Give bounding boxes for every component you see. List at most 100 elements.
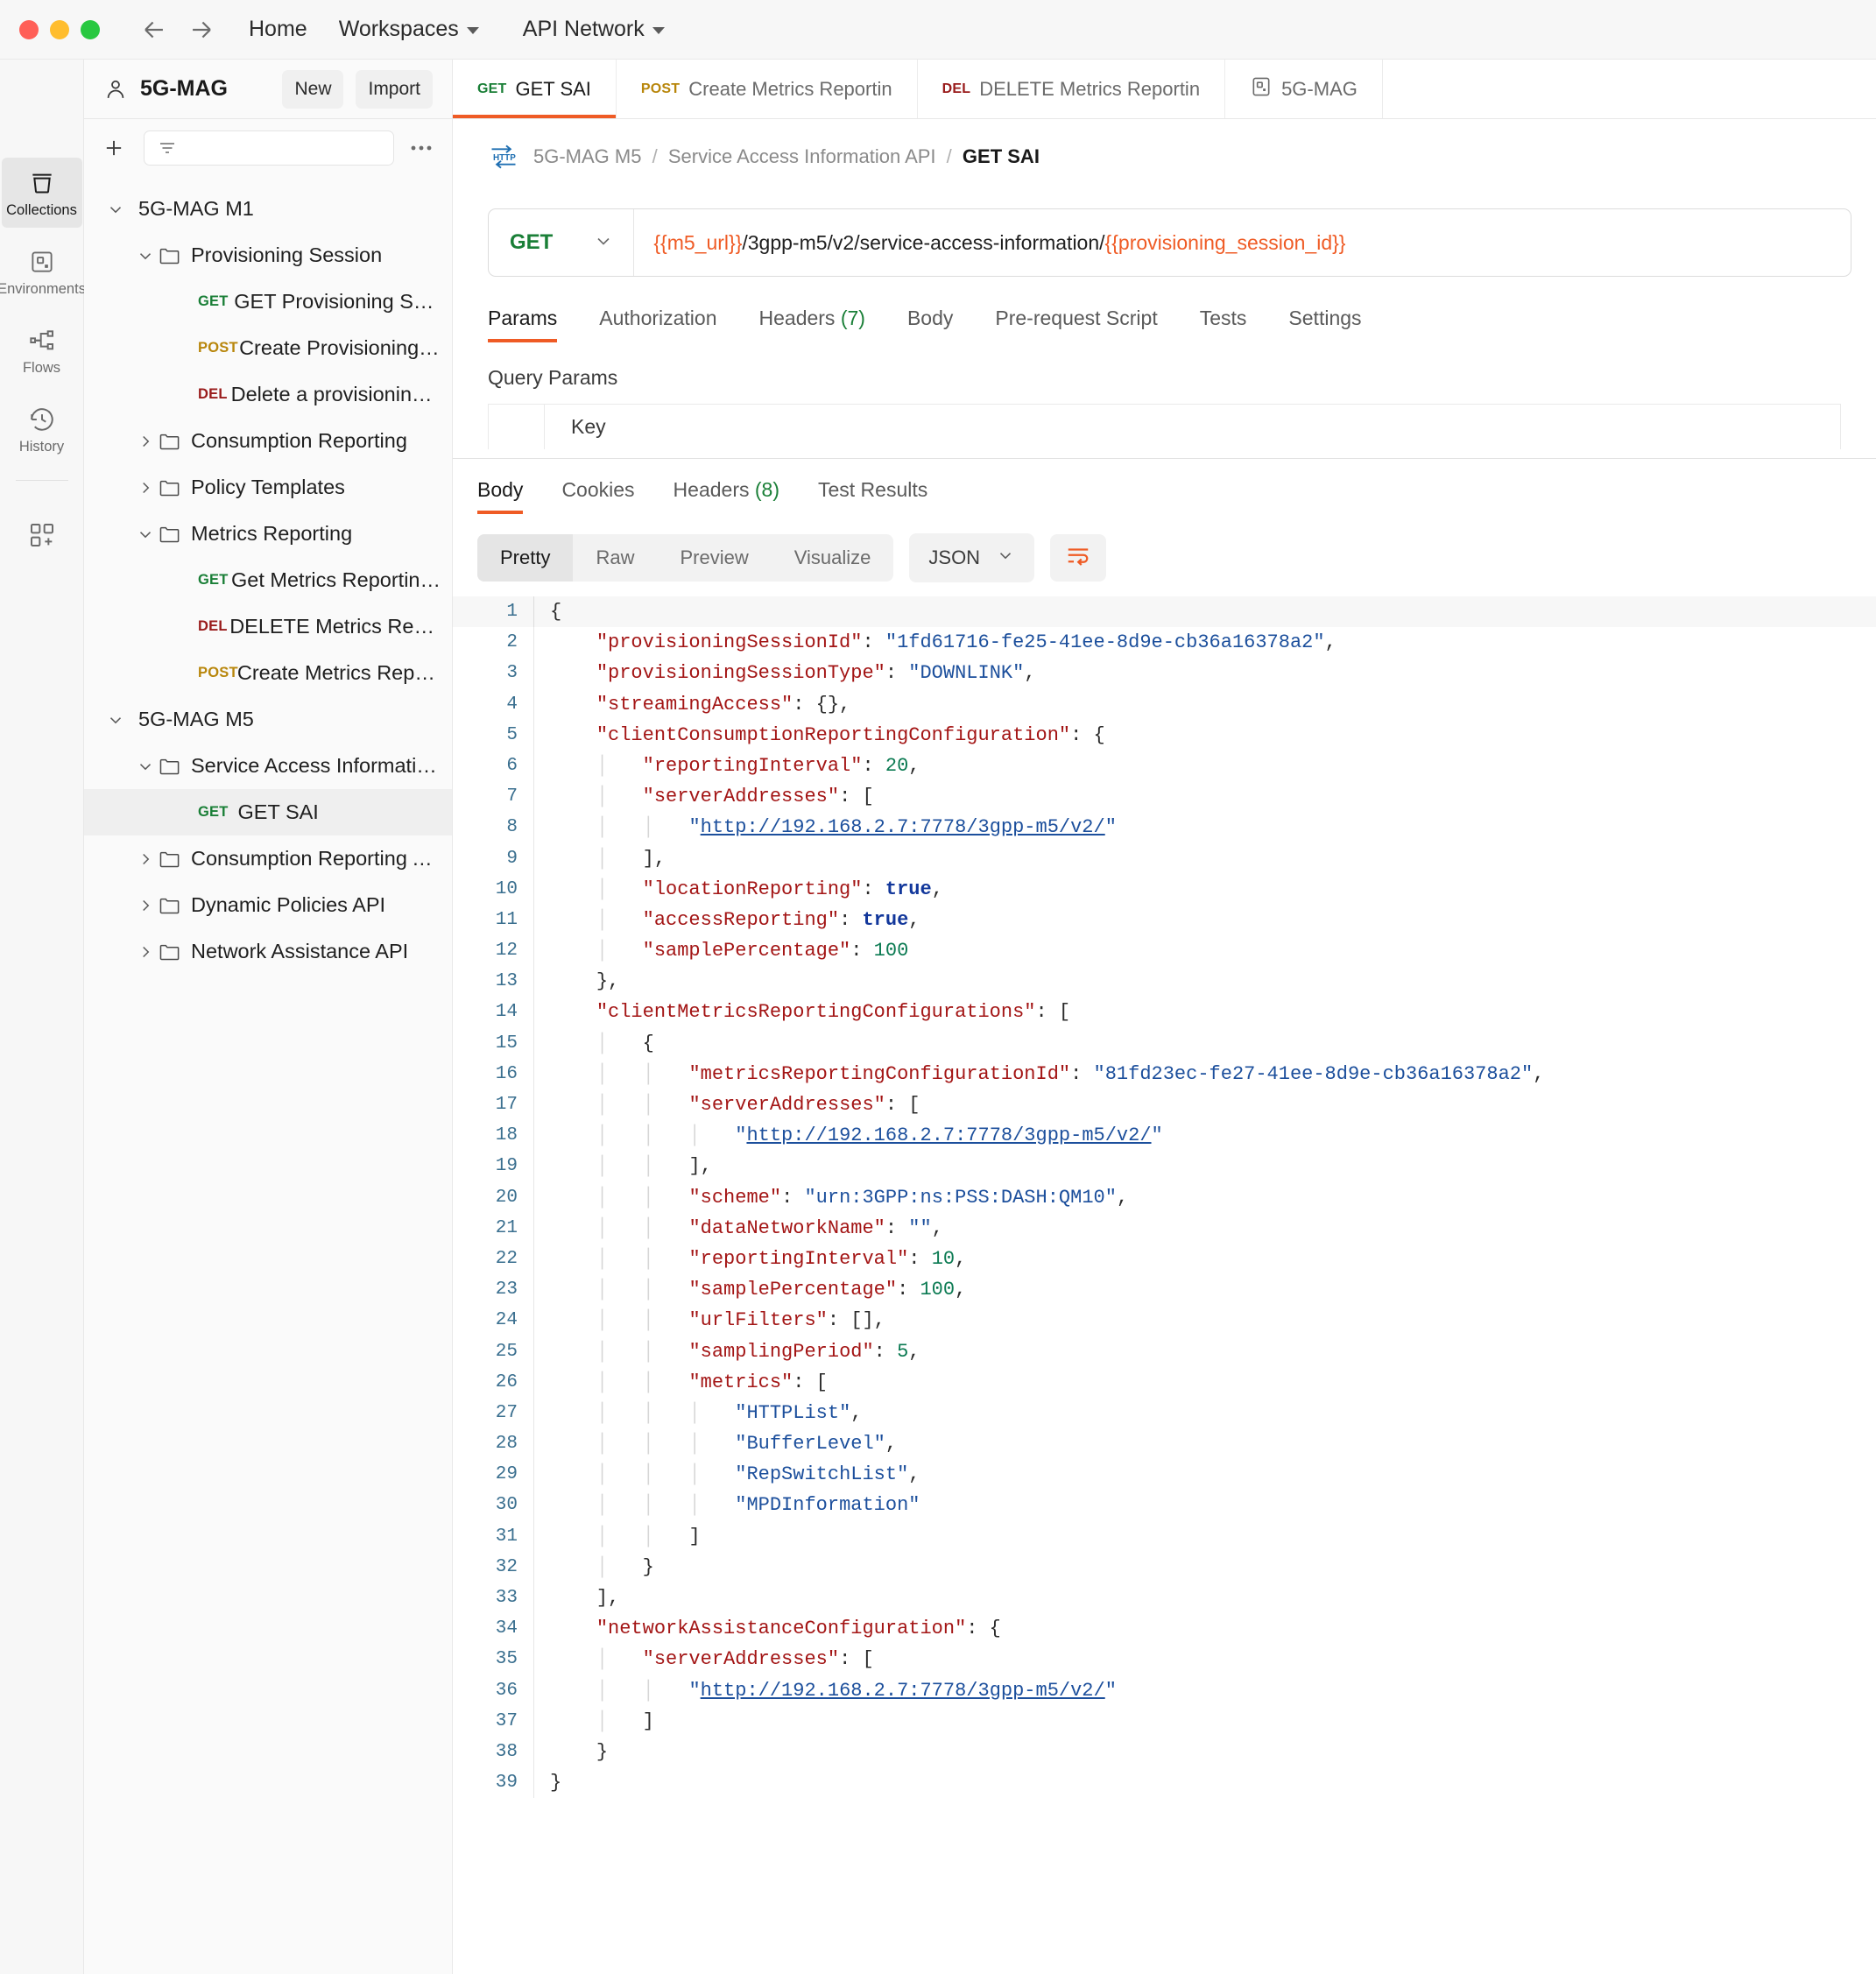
chevron-right-icon[interactable] <box>133 850 158 869</box>
code-line-number: 27 <box>453 1398 533 1428</box>
view-mode-preview[interactable]: Preview <box>657 534 771 582</box>
code-line-number: 35 <box>453 1644 533 1674</box>
editor-tab[interactable]: POSTCreate Metrics Reportin <box>617 60 918 118</box>
code-line-number: 28 <box>453 1428 533 1459</box>
collections-toolbar <box>84 119 452 177</box>
code-line-number: 39 <box>453 1767 533 1798</box>
tree-folder-item[interactable]: Provisioning Session <box>84 232 452 278</box>
code-line: 34 "networkAssistanceConfiguration": { <box>453 1613 1876 1644</box>
breadcrumb-text[interactable]: 5G-MAG M5 / Service Access Information A… <box>533 145 1040 168</box>
chevron-down-icon[interactable] <box>103 200 128 219</box>
editor-tab[interactable]: GETGET SAI <box>453 60 617 118</box>
editor-tab[interactable]: 5G-MAG <box>1225 60 1383 118</box>
main-panel: GETGET SAIPOSTCreate Metrics ReportinDEL… <box>453 60 1876 1974</box>
tree-request-item[interactable]: DELDelete a provisioning session <box>84 371 452 418</box>
chevron-down-icon <box>593 230 614 256</box>
view-mode-pretty[interactable]: Pretty <box>477 534 573 582</box>
code-line-text: │ "locationReporting": true, <box>533 874 943 905</box>
code-line-text: { <box>533 596 561 627</box>
tree-request-item[interactable]: GETGET Provisioning Session <box>84 278 452 325</box>
chevron-down-icon[interactable] <box>133 525 158 544</box>
new-button[interactable]: New <box>282 70 343 109</box>
url-variable-prefix: {{m5_url}} <box>653 231 742 254</box>
request-tab-tests[interactable]: Tests <box>1179 307 1268 342</box>
code-line-number: 4 <box>453 689 533 720</box>
home-menu-item[interactable]: Home <box>233 11 323 49</box>
minimize-window-button[interactable] <box>50 20 69 39</box>
tree-folder-item[interactable]: Network Assistance API <box>84 928 452 975</box>
close-window-button[interactable] <box>19 20 39 39</box>
tree-request-item[interactable]: GETGet Metrics Reporting Confi... <box>84 557 452 603</box>
forward-arrow-icon[interactable] <box>182 11 221 49</box>
request-tab-params[interactable]: Params <box>488 307 578 342</box>
code-line-number: 20 <box>453 1182 533 1213</box>
left-nav-rail: Collections Environments Flows <box>0 60 84 1974</box>
code-line-number: 17 <box>453 1089 533 1120</box>
tree-folder-item[interactable]: Consumption Reporting <box>84 418 452 464</box>
response-tab-cookies[interactable]: Cookies <box>542 478 653 514</box>
tree-folder-item[interactable]: Consumption Reporting API <box>84 835 452 882</box>
chevron-down-icon[interactable] <box>133 246 158 265</box>
response-tab-test-results[interactable]: Test Results <box>799 478 947 514</box>
request-tab-body[interactable]: Body <box>886 307 974 342</box>
response-tab-headers[interactable]: Headers (8) <box>654 478 799 514</box>
tree-request-item[interactable]: GETGET SAI <box>84 789 452 835</box>
code-line-text: } <box>533 1767 561 1798</box>
tree-folder-item[interactable]: Metrics Reporting <box>84 511 452 557</box>
import-button[interactable]: Import <box>356 70 433 109</box>
api-network-menu-item[interactable]: API Network <box>507 11 681 49</box>
wrap-lines-button[interactable] <box>1050 534 1106 582</box>
url-input[interactable]: {{m5_url}}/3gpp-m5/v2/service-access-inf… <box>634 231 1345 255</box>
tree-collection-item[interactable]: 5G-MAG M1 <box>84 186 452 232</box>
response-format-select[interactable]: JSON <box>909 533 1034 582</box>
tree-folder-item[interactable]: Service Access Information API <box>84 743 452 789</box>
tree-request-item[interactable]: POSTCreate Metrics Reporting Co... <box>84 650 452 696</box>
request-tab-label: Body <box>907 307 953 329</box>
breadcrumb-collection[interactable]: 5G-MAG M5 <box>533 145 641 167</box>
response-tab-body[interactable]: Body <box>477 478 542 514</box>
chevron-down-icon[interactable] <box>103 710 128 730</box>
code-line-number: 6 <box>453 751 533 781</box>
sidebar-item-flows[interactable]: Flows <box>2 315 82 385</box>
code-line-number: 29 <box>453 1459 533 1490</box>
tree-folder-item[interactable]: Policy Templates <box>84 464 452 511</box>
maximize-window-button[interactable] <box>81 20 100 39</box>
code-line: 1{ <box>453 596 1876 627</box>
chevron-down-icon[interactable] <box>133 757 158 776</box>
filter-icon <box>157 137 178 159</box>
sidebar-item-label: Flows <box>23 361 60 376</box>
add-collection-icon[interactable] <box>96 130 131 166</box>
workspaces-menu-item[interactable]: Workspaces <box>323 11 495 49</box>
method-selector[interactable]: GET <box>489 209 634 276</box>
view-mode-visualize[interactable]: Visualize <box>772 534 894 582</box>
back-arrow-icon[interactable] <box>135 11 173 49</box>
response-divider[interactable] <box>453 458 1876 459</box>
editor-tab[interactable]: DELDELETE Metrics Reportin <box>918 60 1225 118</box>
tree-request-item[interactable]: POSTCreate Provisioning Session <box>84 325 452 371</box>
chevron-right-icon[interactable] <box>133 432 158 451</box>
request-tab-authorization[interactable]: Authorization <box>578 307 737 342</box>
code-line-text: │ "reportingInterval": 20, <box>533 751 920 781</box>
breadcrumb-folder[interactable]: Service Access Information API <box>668 145 936 167</box>
chevron-right-icon[interactable] <box>133 896 158 915</box>
response-view-toolbar: PrettyRawPreviewVisualize JSON <box>477 533 1876 582</box>
response-tabs: BodyCookiesHeaders (8)Test Results <box>477 478 1876 514</box>
view-mode-raw[interactable]: Raw <box>573 534 657 582</box>
sidebar-item-environments[interactable]: Environments <box>2 236 82 307</box>
sidebar-item-collections[interactable]: Collections <box>2 158 82 228</box>
sidebar-item-history[interactable]: History <box>2 394 82 464</box>
tree-collection-item[interactable]: 5G-MAG M5 <box>84 696 452 743</box>
collections-more-icon[interactable] <box>406 144 436 152</box>
response-body-code[interactable]: 1{2 "provisioningSessionId": "1fd61716-f… <box>453 596 1876 1974</box>
chevron-right-icon[interactable] <box>133 942 158 962</box>
new-module-button[interactable] <box>2 500 82 570</box>
tree-folder-item[interactable]: Dynamic Policies API <box>84 882 452 928</box>
filter-input[interactable] <box>144 130 394 166</box>
code-line-text: }, <box>533 966 619 997</box>
request-tab-settings[interactable]: Settings <box>1267 307 1382 342</box>
chevron-right-icon[interactable] <box>133 478 158 497</box>
tree-request-item[interactable]: DELDELETE Metrics Reporting C... <box>84 603 452 650</box>
code-line: 19 │ │ ], <box>453 1151 1876 1181</box>
request-tab-pre-request-script[interactable]: Pre-request Script <box>974 307 1178 342</box>
request-tab-headers[interactable]: Headers (7) <box>738 307 886 342</box>
